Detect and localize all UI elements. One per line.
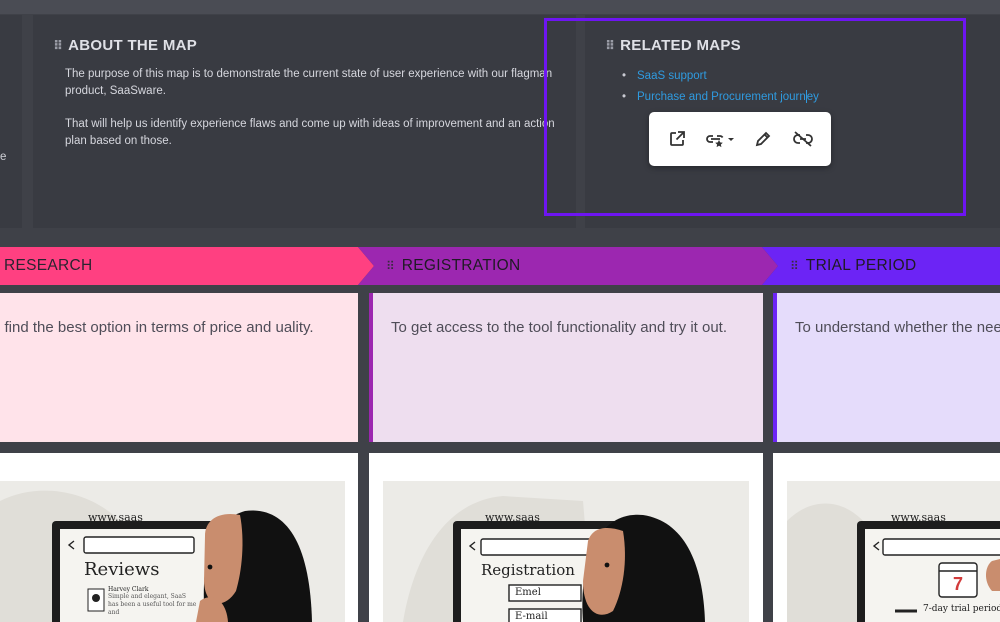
email-field-label: Emel	[515, 587, 541, 598]
reviews-heading: Reviews	[84, 559, 160, 580]
goal-text: To get access to the tool functionality …	[391, 319, 728, 336]
browser-url: www.saas	[485, 511, 540, 524]
registration-illustration: www.saas Registration Emel E-mail	[383, 481, 749, 622]
image-card-registration[interactable]: www.saas Registration Emel E-mail	[369, 453, 763, 622]
goal-card-registration[interactable]: To get access to the tool functionality …	[369, 293, 763, 442]
open-external-icon	[670, 131, 685, 146]
link-toolbar	[649, 112, 831, 166]
registration-heading: Registration	[481, 561, 575, 579]
stage-label: RESEARCH	[4, 257, 93, 274]
drag-handle-icon[interactable]: ⠿	[386, 259, 395, 273]
stage-research[interactable]: RESEARCH	[0, 247, 374, 285]
stage-label: REGISTRATION	[401, 257, 521, 274]
stage-trial-period[interactable]: ⠿ TRIAL PERIOD	[762, 247, 1000, 285]
about-paragraph-1: The purpose of this map is to demonstrat…	[65, 68, 553, 97]
email-field-label-2: E-mail	[515, 611, 548, 622]
reviewer-name: Harvey Clark	[108, 586, 149, 593]
open-link-button[interactable]	[660, 122, 694, 156]
browser-url: www.saas	[88, 511, 143, 524]
drag-handle-icon[interactable]: ⠿	[790, 259, 799, 273]
image-card-trial[interactable]: www.saas 7 7-day trial period	[773, 453, 1000, 622]
about-title-text: ABOUT THE MAP	[68, 37, 198, 54]
link-star-dropdown-icon	[706, 135, 734, 148]
drag-handle-icon[interactable]: ⠿	[53, 38, 63, 54]
about-paragraph-2: That will help us identify experience fl…	[65, 118, 555, 147]
trial-illustration: www.saas 7 7-day trial period	[787, 481, 1000, 622]
goal-text: To understand whether the needs.	[795, 319, 1000, 336]
unlink-button[interactable]	[786, 122, 820, 156]
stub-text: e	[0, 151, 7, 163]
unlink-icon	[793, 131, 813, 147]
calendar-day: 7	[953, 574, 964, 594]
stage-registration[interactable]: ⠿ REGISTRATION	[358, 247, 778, 285]
left-panel-stub: e	[0, 15, 22, 228]
review-text: Simple and elegant, SaaS has been a usef…	[108, 593, 197, 616]
browser-url: www.saas	[891, 511, 946, 524]
image-card-research[interactable]: www.saas Reviews Harvey Clark Simple and…	[0, 453, 358, 622]
trial-caption: 7-day trial period	[923, 604, 1000, 614]
about-panel-title: ⠿ ABOUT THE MAP	[53, 37, 197, 54]
pencil-icon	[755, 131, 771, 147]
edit-link-button[interactable]	[746, 122, 780, 156]
research-illustration: www.saas Reviews Harvey Clark Simple and…	[0, 481, 345, 622]
about-description[interactable]: The purpose of this map is to demonstrat…	[65, 66, 570, 166]
goal-card-trial[interactable]: To understand whether the needs.	[773, 293, 1000, 442]
goal-card-research[interactable]: o find the best option in terms of price…	[0, 293, 358, 442]
about-map-panel[interactable]: ⠿ ABOUT THE MAP The purpose of this map …	[33, 15, 576, 228]
goal-text: o find the best option in terms of price…	[0, 319, 314, 336]
link-type-dropdown-button[interactable]	[700, 122, 740, 156]
top-bar	[0, 0, 1000, 14]
stage-label: TRIAL PERIOD	[805, 257, 917, 274]
